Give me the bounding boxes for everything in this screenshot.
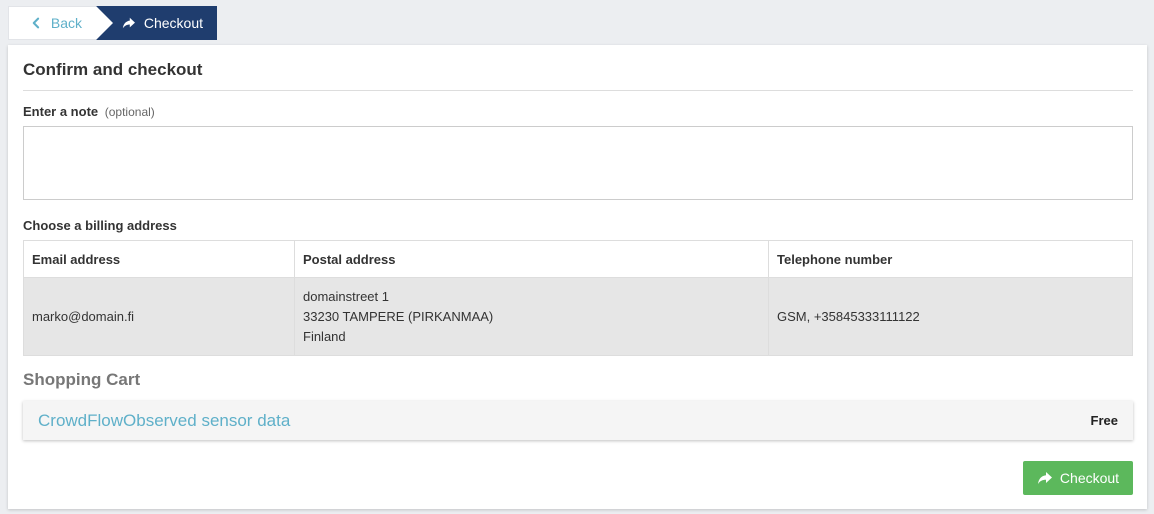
share-arrow-icon	[122, 17, 135, 29]
note-label-text: Enter a note	[23, 104, 99, 119]
phone-cell: GSM, +35845333111122	[768, 277, 1133, 356]
billing-label: Choose a billing address	[23, 218, 177, 233]
col-phone: Telephone number	[768, 240, 1133, 278]
current-step-label: Checkout	[143, 15, 203, 31]
cart-item-name[interactable]: CrowdFlowObserved sensor data	[38, 411, 290, 431]
note-optional-hint: (optional)	[104, 105, 155, 119]
cart-title: Shopping Cart	[23, 370, 141, 389]
postal-line-1: domainstreet 1	[303, 288, 389, 304]
note-label: Enter a note (optional)	[23, 104, 155, 119]
email-cell: marko@domain.fi	[23, 277, 295, 356]
checkout-steps: Back Checkout	[8, 6, 217, 40]
cart-item: CrowdFlowObserved sensor data Free	[23, 401, 1133, 440]
checkout-card: Confirm and checkout Enter a note (optio…	[8, 45, 1147, 509]
back-label: Back	[50, 15, 82, 31]
col-email: Email address	[23, 240, 295, 278]
postal-cell: domainstreet 1 33230 TAMPERE (PIRKANMAA)…	[294, 277, 769, 356]
checkout-button[interactable]: Checkout	[1023, 461, 1133, 495]
chevron-left-icon	[32, 17, 40, 29]
share-arrow-icon	[1037, 472, 1052, 484]
title-divider	[23, 90, 1133, 91]
billing-address-table: Email address Postal address Telephone n…	[23, 240, 1133, 356]
cart-item-price: Free	[1090, 413, 1118, 428]
postal-line-3: Finland	[303, 328, 346, 344]
checkout-step: Checkout	[96, 6, 217, 40]
back-step[interactable]: Back	[8, 6, 113, 40]
note-input[interactable]	[23, 126, 1133, 200]
postal-line-2: 33230 TAMPERE (PIRKANMAA)	[303, 308, 494, 324]
page-title: Confirm and checkout	[23, 60, 203, 79]
billing-header-row: Email address Postal address Telephone n…	[23, 240, 1133, 278]
checkout-button-label: Checkout	[1059, 470, 1120, 486]
col-postal: Postal address	[294, 240, 769, 278]
billing-address-row[interactable]: marko@domain.fi domainstreet 1 33230 TAM…	[23, 277, 1133, 356]
